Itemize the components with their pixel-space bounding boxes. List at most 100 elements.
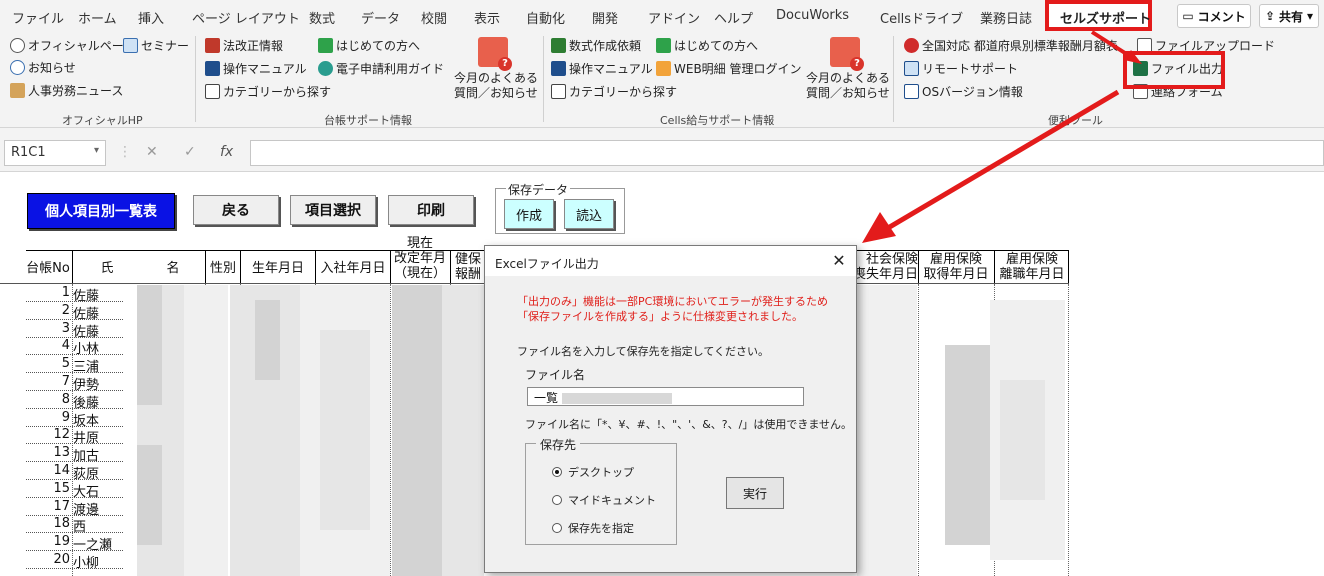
dialog-instruction: ファイル名を入力して保存先を指定してください。 [517, 345, 770, 358]
tab-home[interactable]: ホーム [78, 8, 117, 27]
formula-request-button[interactable]: 数式作成依頼 [551, 37, 641, 54]
separator [543, 36, 544, 122]
row-ledger-no[interactable]: 14 [26, 463, 70, 478]
more-icon: ⋮ [118, 144, 132, 160]
payroll-category-search-button[interactable]: カテゴリーから探す [551, 83, 677, 100]
row-ledger-no[interactable]: 2 [26, 303, 70, 318]
payroll-manual-button[interactable]: 操作マニュアル [551, 60, 653, 77]
header-last-name: 氏 [100, 261, 114, 276]
row-ledger-no[interactable]: 5 [26, 356, 70, 371]
dialog-title: Excelファイル出力 [495, 257, 599, 271]
category-search-button[interactable]: カテゴリーから探す [205, 83, 331, 100]
row-ledger-no[interactable]: 18 [26, 516, 70, 531]
tab-work-diary[interactable]: 業務日誌 [980, 8, 1032, 27]
official-page-button[interactable]: オフィシャルページ [10, 37, 136, 54]
header-ledger-no: 台帳No [26, 261, 70, 276]
ledger-faq-button[interactable]: 今月のよくある 質問／お知らせ [454, 37, 538, 101]
row-ledger-no[interactable]: 1 [26, 285, 70, 300]
name-box[interactable]: R1C1 [4, 140, 106, 166]
item-select-button[interactable]: 項目選択 [290, 195, 376, 225]
tab-docuworks[interactable]: DocuWorks [776, 8, 849, 23]
masked-filename [562, 393, 673, 404]
tab-data[interactable]: データ [361, 8, 400, 27]
tab-help[interactable]: ヘルプ [714, 8, 753, 27]
personal-item-list-button[interactable]: 個人項目別一覧表 [27, 193, 175, 229]
row-ledger-no[interactable]: 20 [26, 552, 70, 567]
print-button[interactable]: 印刷 [388, 195, 474, 225]
beginner-mark-icon [318, 38, 333, 53]
tab-review[interactable]: 校閲 [421, 8, 447, 27]
law-revision-button[interactable]: 法改正情報 [205, 37, 283, 54]
tab-developer[interactable]: 開発 [592, 8, 618, 27]
radio-specify-location[interactable]: 保存先を指定 [552, 520, 634, 536]
hr-news-button[interactable]: 人事労務ニュース [10, 82, 123, 99]
web-payslip-login-button[interactable]: WEB明細 管理ログイン [656, 60, 802, 77]
gavel-icon [205, 38, 220, 53]
destination-label: 保存先 [536, 436, 581, 453]
row-ledger-no[interactable]: 8 [26, 392, 70, 407]
beginner-button[interactable]: はじめての方へ [318, 37, 420, 54]
header-gender: 性別 [209, 261, 236, 276]
remote-support-button[interactable]: リモートサポート [904, 60, 1018, 77]
save-data-group: 保存データ 作成 読込 [495, 181, 625, 234]
row-ledger-no[interactable]: 12 [26, 427, 70, 442]
row-ledger-no[interactable]: 9 [26, 410, 70, 425]
save-data-label: 保存データ [506, 181, 571, 198]
row-ledger-no[interactable]: 19 [26, 534, 70, 549]
execute-button[interactable]: 実行 [726, 477, 784, 509]
row-ledger-no[interactable]: 15 [26, 481, 70, 496]
header-birthdate: 生年月日 [251, 261, 304, 276]
radio-desktop[interactable]: デスクトップ [552, 464, 634, 480]
tab-formulas[interactable]: 数式 [309, 8, 335, 27]
masked-data [857, 285, 917, 576]
masked-data [320, 330, 370, 530]
row-ledger-no[interactable]: 4 [26, 338, 70, 353]
standard-remuneration-table-button[interactable]: 全国対応 都道府県別標準報酬月額表 [904, 37, 1118, 54]
back-button[interactable]: 戻る [193, 195, 279, 225]
ribbon-tab-bar: ファイル ホーム 挿入 ページ レイアウト 数式 データ 校閲 表示 自動化 開… [0, 0, 1324, 32]
share-button[interactable]: ⇪ 共有 ▾ [1259, 4, 1319, 28]
row-ledger-no[interactable]: 17 [26, 499, 70, 514]
globe-icon [10, 38, 25, 53]
tab-addins[interactable]: アドイン [648, 8, 700, 27]
enter-icon[interactable]: ✓ [184, 144, 196, 160]
separator [195, 36, 196, 122]
search-doc-icon [551, 84, 566, 99]
window-icon [904, 84, 919, 99]
tab-view[interactable]: 表示 [474, 8, 500, 27]
tab-cells-drive[interactable]: Cellsドライブ [880, 8, 963, 27]
close-icon[interactable]: ✕ [828, 250, 850, 272]
payroll-beginner-button[interactable]: はじめての方へ [656, 37, 758, 54]
seminar-icon [123, 38, 138, 53]
payroll-faq-button[interactable]: 今月のよくある 質問／お知らせ [806, 37, 890, 101]
os-version-button[interactable]: OSバージョン情報 [904, 83, 1023, 100]
comment-icon: ▭ [1182, 9, 1194, 23]
news-button[interactable]: お知らせ [10, 59, 76, 76]
cancel-icon[interactable]: ✕ [146, 144, 158, 160]
manual-button[interactable]: 操作マニュアル [205, 60, 307, 77]
excel-file-output-dialog: Excelファイル出力 ✕ 「出力のみ」機能は一部PC環境においてエラーが発生す… [484, 245, 857, 573]
comment-button[interactable]: ▭ コメント [1177, 4, 1251, 28]
grid-icon [551, 38, 566, 53]
row-ledger-no[interactable]: 13 [26, 445, 70, 460]
header-employment-insurance-leave: 雇用保険 離職年月日 [999, 252, 1065, 282]
insert-function-icon[interactable]: fx [220, 144, 233, 160]
tab-insert[interactable]: 挿入 [138, 8, 164, 27]
e-application-guide-button[interactable]: 電子申請利用ガイド [318, 60, 444, 77]
tab-automate[interactable]: 自動化 [526, 8, 565, 27]
radio-my-documents[interactable]: マイドキュメント [552, 492, 656, 508]
seminar-button[interactable]: セミナー [123, 37, 189, 54]
tab-file[interactable]: ファイル [12, 8, 64, 27]
tab-page-layout[interactable]: ページ レイアウト [192, 8, 300, 27]
header-employment-insurance-acq: 雇用保険 取得年月日 [923, 252, 989, 282]
radio-unselected-icon [552, 495, 562, 505]
formula-input[interactable] [250, 140, 1324, 166]
filename-input[interactable]: 一覧 [527, 387, 804, 406]
tab-cells-support[interactable]: セルズサポート [1060, 8, 1151, 27]
row-ledger-no[interactable]: 3 [26, 321, 70, 336]
filename-label: ファイル名 [525, 368, 586, 382]
info-icon [10, 60, 25, 75]
create-button[interactable]: 作成 [504, 199, 554, 229]
load-button[interactable]: 読込 [564, 199, 614, 229]
row-ledger-no[interactable]: 7 [26, 374, 70, 389]
